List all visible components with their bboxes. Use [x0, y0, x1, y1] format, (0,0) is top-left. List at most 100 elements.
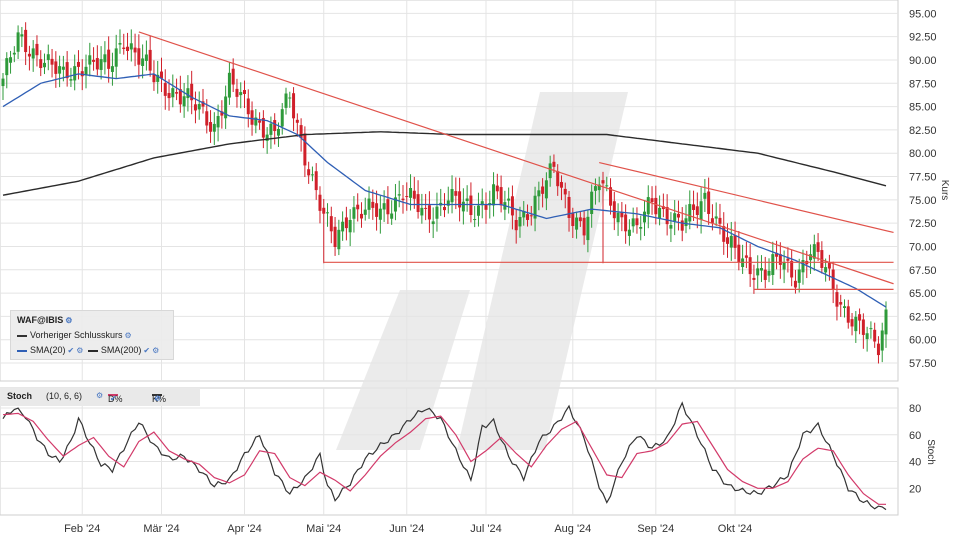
candle-body [639, 227, 643, 229]
candle-body [375, 203, 379, 217]
settings-icon[interactable]: ⚙ [154, 394, 161, 403]
candle-body [122, 47, 126, 49]
stoch-y-tick-label: 60 [909, 430, 921, 442]
candle-body [310, 174, 314, 176]
candle-body [129, 43, 133, 50]
candle-body [842, 306, 846, 309]
candle-body [299, 125, 303, 139]
price-y-tick-label: 67.50 [909, 265, 937, 277]
candle-body [314, 171, 318, 191]
candle-body [631, 218, 635, 227]
candle-body [227, 72, 231, 98]
candle-body [465, 198, 469, 201]
candle-body [175, 92, 179, 94]
candle-body [756, 268, 760, 276]
x-tick-label: Feb '24 [64, 523, 100, 535]
candle-body [601, 180, 605, 184]
check-icon[interactable]: ✔ [110, 394, 117, 403]
candle-body [759, 268, 763, 271]
check-icon[interactable]: ✔ [143, 345, 150, 357]
settings-icon[interactable]: ⚙ [96, 391, 103, 400]
price-y-tick-label: 85.00 [909, 102, 937, 114]
candle-body [239, 92, 243, 96]
candle-body [495, 185, 499, 192]
chart-canvas: 95.00 92.50 90.00 87.50 85.00 82.50 80.00 77.50… [0, 0, 960, 540]
candle-body [797, 269, 801, 283]
candle-body [578, 217, 582, 222]
candle-body [537, 190, 541, 197]
candle-body [352, 207, 356, 219]
x-tick-label: Jul '24 [470, 523, 501, 535]
settings-icon[interactable]: ⚙ [125, 330, 132, 342]
candle-body [148, 49, 152, 71]
candle-body [386, 199, 390, 215]
x-tick-label: Apr '24 [227, 523, 262, 535]
candle-body [744, 255, 748, 258]
candle-body [292, 93, 296, 119]
candle-body [827, 263, 831, 269]
candle-body [454, 191, 458, 196]
check-icon[interactable]: ✔ [68, 345, 75, 357]
candle-body [152, 74, 156, 83]
price-y-tick-label: 57.50 [909, 358, 937, 370]
stoch-panel [0, 387, 899, 516]
candle-body [273, 120, 277, 132]
candle-body [876, 343, 880, 356]
candle-body [616, 212, 620, 223]
candle-body [884, 309, 888, 335]
candle-body [858, 314, 862, 321]
candle-body [880, 330, 884, 351]
candle-body [307, 169, 311, 176]
candle-body [612, 201, 616, 219]
settings-icon[interactable]: ⚙ [152, 345, 159, 357]
candle-body [586, 216, 590, 241]
settings-icon[interactable]: ⚙ [65, 315, 72, 327]
candle-body [658, 207, 662, 219]
candle-body [103, 54, 107, 63]
candle-body [510, 196, 514, 216]
candle-body [529, 215, 533, 217]
candle-body [118, 43, 122, 45]
candle-body [126, 46, 130, 51]
candle-body [680, 220, 684, 231]
candle-body [552, 161, 556, 167]
candle-body [359, 213, 363, 219]
legend-symbol: WAF@IBIS [17, 315, 64, 325]
candle-body [261, 118, 265, 138]
candle-body [344, 217, 348, 229]
price-y-axis-label: Kurs [939, 180, 950, 201]
candle-body [43, 62, 47, 68]
legend-prev-close-row: Vorheriger Schlusskurs ⚙ [17, 329, 132, 341]
price-y-tick-label: 95.00 [909, 8, 937, 20]
candle-body [144, 54, 148, 61]
candle-body [544, 180, 548, 199]
candle-body [363, 209, 367, 215]
candle-body [333, 226, 337, 247]
candle-body [303, 133, 307, 166]
candle-body [371, 201, 375, 208]
candle-body [171, 88, 175, 98]
candle-body [420, 207, 424, 216]
candle-body [12, 52, 16, 55]
x-tick-label: Sep '24 [637, 523, 674, 535]
candle-body [76, 61, 80, 67]
candle-body [133, 47, 137, 53]
candle-body [212, 123, 216, 132]
candle-body [326, 212, 330, 214]
candle-body [92, 59, 96, 62]
candle-body [110, 66, 114, 72]
candle-body [575, 217, 579, 230]
candle-body [35, 43, 39, 56]
candle-body [114, 48, 118, 67]
candle-body [322, 207, 326, 214]
candle-body [209, 122, 213, 132]
candle-body [341, 221, 345, 232]
candle-body [767, 270, 771, 276]
candle-body [710, 218, 714, 223]
candle-body [646, 197, 650, 215]
candle-body [635, 218, 639, 226]
stoch-params: (10, 6, 6) [46, 391, 83, 401]
price-y-tick-label: 75.00 [909, 195, 937, 207]
prev-close-swatch [17, 334, 27, 337]
settings-icon[interactable]: ⚙ [76, 345, 83, 357]
